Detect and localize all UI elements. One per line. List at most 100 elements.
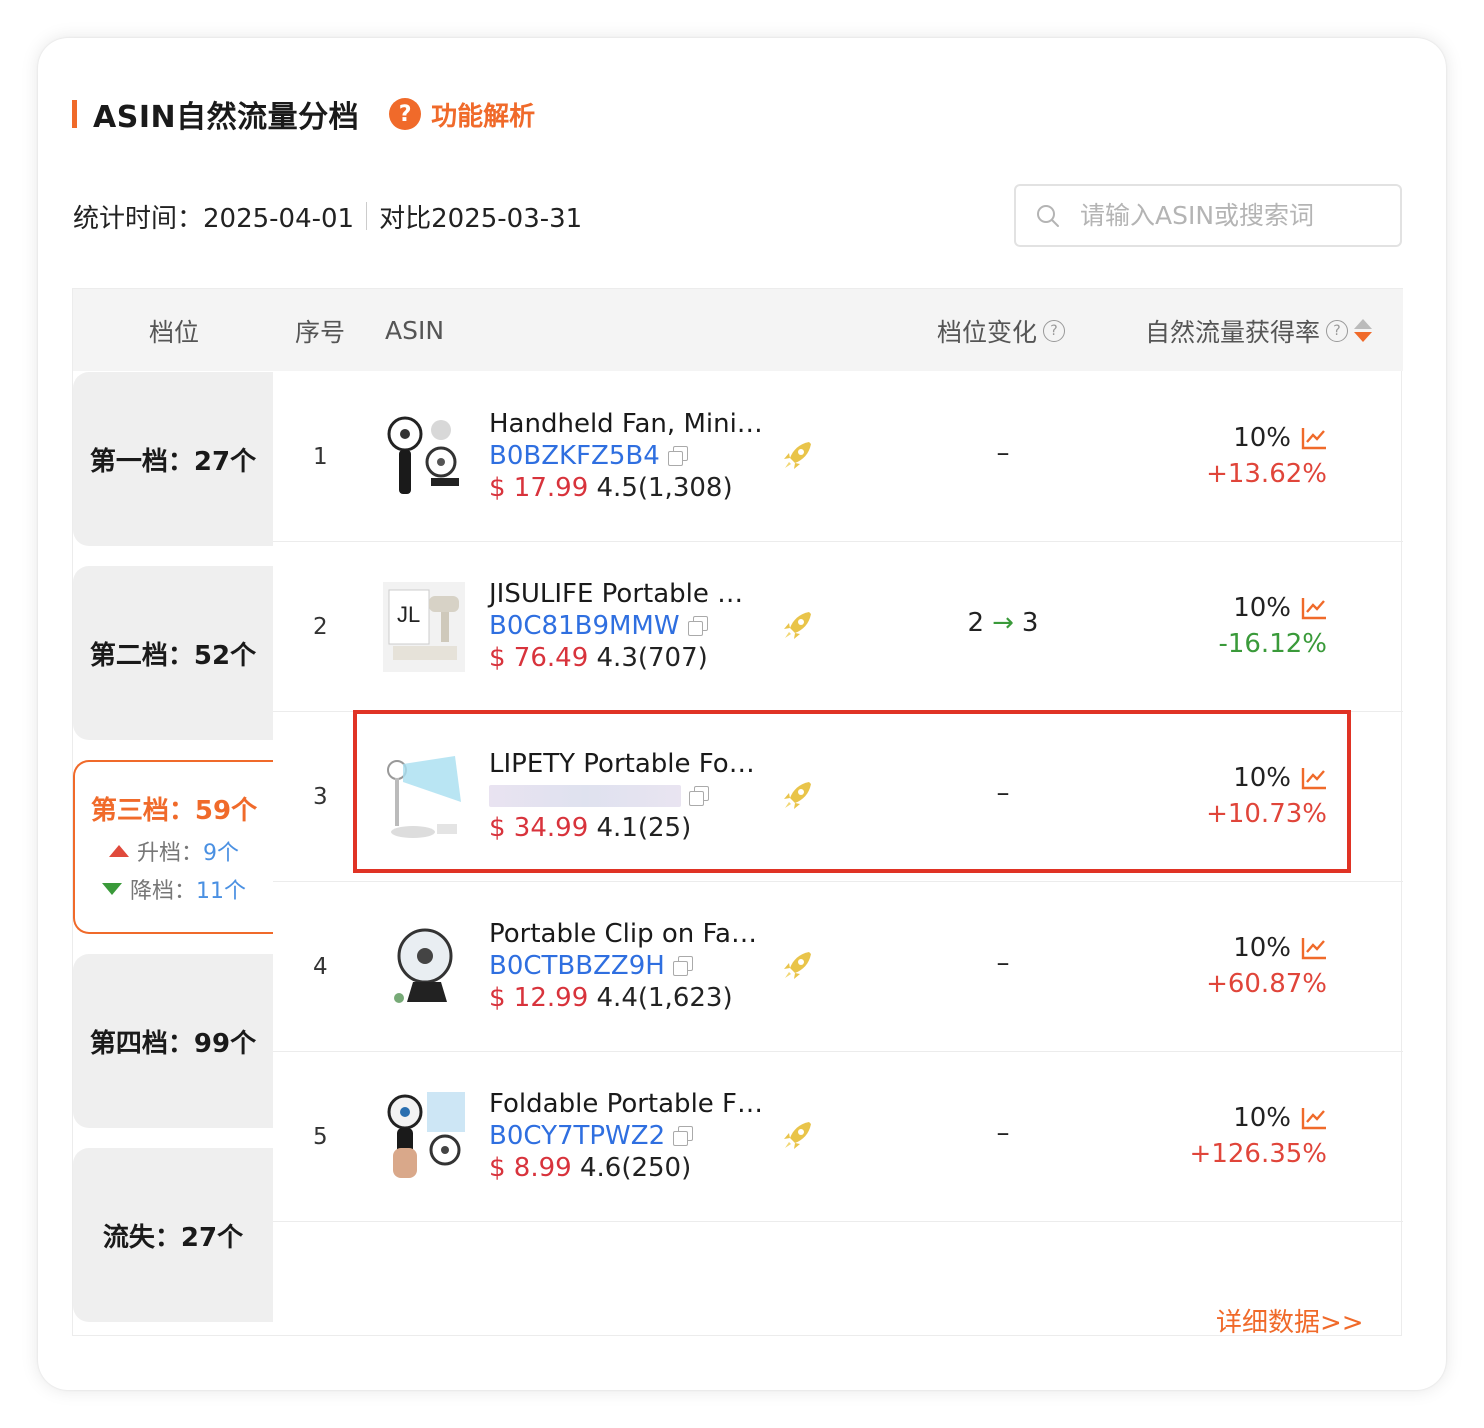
product-title[interactable]: Foldable Portable F… [489,1088,779,1120]
tier-table: 档位 序号 ASIN 档位变化 ? 自然流量获得率 ? 第一档：27个 第二档：… [72,288,1403,1336]
rocket-icon[interactable] [781,1118,815,1152]
rating: 4.5(1,308) [596,473,733,503]
trend-chart-icon[interactable] [1301,936,1327,960]
rocket-icon[interactable] [781,608,815,642]
copy-icon[interactable] [673,1126,694,1146]
rate-value: 10% [1233,933,1291,963]
table-header: 档位 序号 ASIN 档位变化 ? 自然流量获得率 ? [73,288,1403,371]
col-change: 档位变化 ? [937,289,1066,372]
price-rating: $ 8.99 4.6(250) [489,1152,779,1184]
rocket-icon[interactable] [781,438,815,472]
product-title[interactable]: Portable Clip on Fa… [489,918,779,950]
row-seq: 5 [313,1124,328,1150]
col-asin: ASIN [385,316,445,345]
product-thumbnail[interactable] [383,412,465,502]
product-thumbnail[interactable] [383,1092,465,1182]
price-rating: $ 76.49 4.3(707) [489,642,779,674]
detail-data-link[interactable]: 详细数据>> [1216,1302,1364,1339]
help-link-label: 功能解析 [431,101,536,132]
help-icon[interactable]: ? [1326,319,1349,342]
tier-from: 2 [967,608,985,638]
price-rating: $ 34.99 4.1(25) [489,812,779,844]
tier-tab-2[interactable]: 第二档：52个 [73,566,273,740]
help-link[interactable]: ? 功能解析 [389,96,535,133]
product-thumbnail[interactable]: JL [383,582,465,672]
tier-label: 第一档：27个 [89,446,257,477]
asin-line: B0CTBBZZ9H [489,950,779,982]
copy-icon[interactable] [667,446,688,466]
compare-date: 对比2025-03-31 [379,203,583,234]
tier-up-count: 升档： 9个 [108,835,239,867]
col-change-label: 档位变化 [937,317,1038,347]
rocket-icon[interactable] [781,948,815,982]
trend-chart-icon[interactable] [1301,596,1327,620]
price: $ 8.99 [489,1153,572,1183]
sort-icon[interactable] [1354,319,1373,342]
tier-change: – [996,948,1010,978]
trend-chart-icon[interactable] [1301,426,1327,450]
page-title: ASIN自然流量分档 [93,100,360,135]
price: $ 34.99 [489,813,589,843]
price-rating: $ 17.99 4.5(1,308) [489,472,779,504]
arrow-down-icon [101,882,122,895]
question-icon: ? [389,98,422,130]
asin-link[interactable]: B0C81B9MMW [489,611,680,641]
table-row[interactable]: 1 Handheld Fan, Mini… B0BZKFZ5B4 $ 17.99 [273,372,1403,542]
rate-value: 10% [1233,1103,1291,1133]
tier-down-label: 降档： [129,878,196,904]
organic-rate: 10% -16.12% [1218,590,1327,662]
tier-down-value[interactable]: 11个 [196,873,246,905]
price: $ 17.99 [489,473,589,503]
trend-chart-icon[interactable] [1301,1106,1327,1130]
table-row[interactable]: 3 LIPETY Portable Fo… $ 34.99 4.1(25) – … [273,712,1403,882]
product-title[interactable]: LIPETY Portable Fo… [489,748,779,780]
product-title[interactable]: JISULIFE Portable … [489,578,779,610]
copy-icon[interactable] [672,956,693,976]
search-input[interactable] [1080,201,1380,230]
tier-tab-4[interactable]: 第四档：99个 [73,954,273,1128]
trend-chart-icon[interactable] [1301,766,1327,790]
tier-label: 第二档：52个 [89,640,257,671]
tier-tab-1[interactable]: 第一档：27个 [73,372,273,546]
copy-icon[interactable] [689,786,709,806]
tier-tab-lost[interactable]: 流失：27个 [73,1148,273,1322]
svg-text:JL: JL [397,602,420,627]
rocket-icon[interactable] [781,778,815,812]
arrow-right-icon: → [992,608,1014,638]
help-icon[interactable]: ? [1043,319,1066,342]
rating: 4.1(25) [596,813,692,843]
sort-asc-icon [1354,319,1373,329]
tier-label: 第三档：59个 [90,795,258,826]
rate-change: -16.12% [1218,629,1327,659]
stat-period: 统计时间：2025-04-01 对比2025-03-31 [73,198,582,234]
product-info: LIPETY Portable Fo… $ 34.99 4.1(25) [489,748,779,844]
table-row[interactable]: 2 JL JISULIFE Portable … B0C81B9MMW $ 76… [273,542,1403,712]
tier-tab-3[interactable]: 第三档：59个 升档： 9个 降档： 11个 [73,760,273,934]
arrow-up-icon [108,844,129,857]
tier-down-count: 降档： 11个 [101,873,246,905]
table-row[interactable]: 4 Portable Clip on Fa… B0CTBBZZ9H $ 12.9… [273,882,1403,1052]
product-info: JISULIFE Portable … B0C81B9MMW $ 76.49 4… [489,578,779,674]
tier-change: – [996,438,1010,468]
rate-change: +13.62% [1206,459,1327,489]
product-thumbnail[interactable] [383,922,465,1012]
asin-link[interactable]: B0BZKFZ5B4 [489,441,660,471]
product-info: Foldable Portable F… B0CY7TPWZ2 $ 8.99 4… [489,1088,779,1184]
col-rate[interactable]: 自然流量获得率 ? [1145,289,1373,372]
product-thumbnail[interactable] [383,752,465,842]
asin-line: B0C81B9MMW [489,610,779,642]
table-row[interactable]: 5 Foldable Portable F… B0CY7TPWZ2 $ 8.99 [273,1052,1403,1222]
col-seq: 序号 [295,317,346,347]
search-box[interactable] [1014,184,1402,247]
product-title[interactable]: Handheld Fan, Mini… [489,408,779,440]
copy-icon[interactable] [687,616,708,636]
asin-redacted [489,785,681,807]
tier-label: 第四档：99个 [89,1028,257,1059]
asin-link[interactable]: B0CY7TPWZ2 [489,1121,665,1151]
card-header: ASIN自然流量分档 ? 功能解析 [72,96,535,135]
rate-value-line: 10% [1190,1100,1327,1136]
rate-value-line: 10% [1206,420,1327,456]
tier-up-value[interactable]: 9个 [203,835,239,867]
product-info: Handheld Fan, Mini… B0BZKFZ5B4 $ 17.99 4… [489,408,779,504]
asin-link[interactable]: B0CTBBZZ9H [489,951,665,981]
